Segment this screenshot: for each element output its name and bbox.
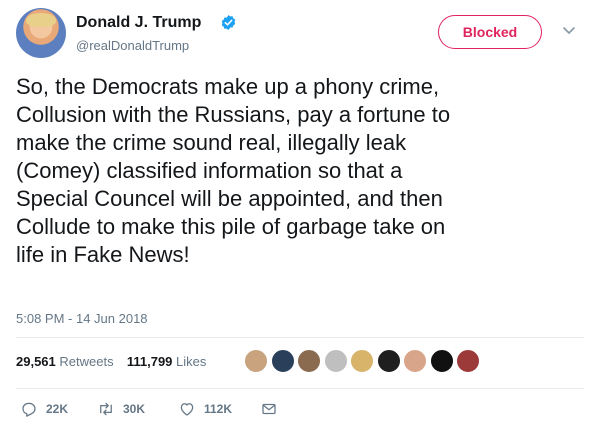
liker-avatar[interactable] bbox=[403, 349, 427, 373]
liker-avatar[interactable] bbox=[350, 349, 374, 373]
like-count: 112K bbox=[204, 402, 233, 416]
heart-icon bbox=[180, 403, 194, 416]
reply-button[interactable]: 22K bbox=[20, 399, 68, 419]
retweets-label[interactable]: Retweets bbox=[59, 354, 113, 369]
tweet-timestamp[interactable]: 5:08 PM - 14 Jun 2018 bbox=[16, 311, 148, 326]
engagement-stats: 29,561 Retweets 111,799 Likes bbox=[16, 354, 206, 369]
reply-count: 22K bbox=[46, 402, 69, 416]
blocked-button[interactable]: Blocked bbox=[438, 15, 542, 49]
direct-message-button[interactable] bbox=[260, 399, 278, 419]
tweet-text: So, the Democrats make up a phony crime,… bbox=[16, 74, 451, 267]
envelope-icon bbox=[262, 403, 276, 415]
author-handle[interactable]: @realDonaldTrump bbox=[76, 38, 189, 53]
liker-avatar[interactable] bbox=[297, 349, 321, 373]
retweet-button[interactable]: 30K bbox=[97, 399, 145, 419]
likes-label[interactable]: Likes bbox=[176, 354, 206, 369]
avatar-hair bbox=[26, 13, 56, 27]
verified-badge-icon bbox=[221, 15, 236, 30]
retweet-count: 30K bbox=[123, 402, 146, 416]
reply-icon bbox=[22, 402, 36, 417]
tweet-card: Donald J. Trump @realDonaldTrump Blocked… bbox=[0, 0, 600, 435]
author-avatar[interactable] bbox=[16, 8, 66, 58]
liker-avatar[interactable] bbox=[456, 349, 480, 373]
liker-avatar[interactable] bbox=[270, 349, 295, 373]
retweet-icon bbox=[100, 402, 112, 416]
liker-avatar[interactable] bbox=[244, 349, 268, 373]
divider bbox=[16, 337, 584, 338]
liker-avatar[interactable] bbox=[429, 349, 454, 373]
liker-avatar[interactable] bbox=[323, 349, 348, 373]
likes-count[interactable]: 111,799 bbox=[127, 354, 173, 369]
chevron-down-icon[interactable] bbox=[562, 26, 576, 36]
divider bbox=[16, 388, 584, 389]
author-name[interactable]: Donald J. Trump bbox=[76, 14, 201, 32]
like-button[interactable]: 112K bbox=[178, 399, 232, 419]
retweets-count[interactable]: 29,561 bbox=[16, 354, 56, 369]
liker-avatar[interactable] bbox=[376, 349, 401, 373]
